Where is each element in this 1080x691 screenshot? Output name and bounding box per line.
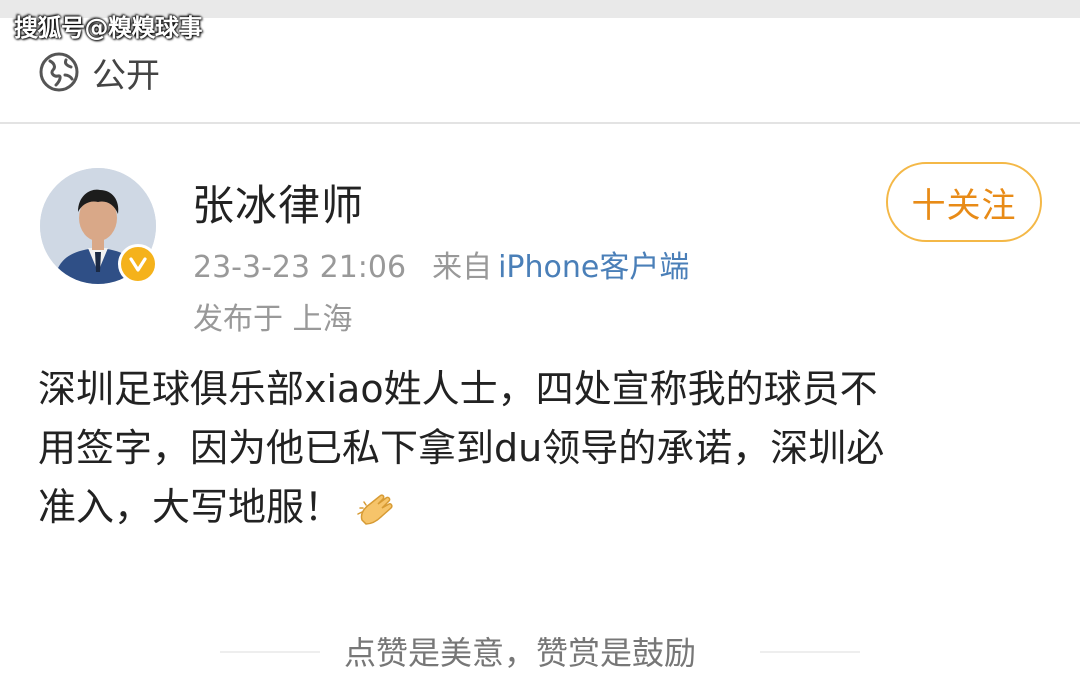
post-timestamp: 23-3-23 21:06 (193, 250, 407, 285)
post-card: 张冰律师 23-3-23 21:06 来自 iPhone客户端 发布于 上海 十关注… (0, 124, 1080, 691)
watermark: 搜狐号@糗糗球事 (14, 14, 203, 42)
post-location: 发布于 上海 (193, 302, 353, 337)
post-text-line: 用签字，因为他已私下拿到du领导的承诺，深圳必 (38, 426, 885, 470)
post-text-line: 深圳足球俱乐部xiao姓人士，四处宣称我的球员不 (38, 367, 878, 411)
source-link[interactable]: iPhone客户端 (498, 250, 689, 285)
follow-button[interactable]: 十关注 (886, 162, 1042, 242)
reward-row: 点赞是美意，赞赏是鼓励 (0, 624, 1080, 680)
divider-right (760, 651, 860, 653)
post-text-line: 准入，大写地服！ (38, 485, 343, 529)
globe-icon (39, 52, 79, 92)
verified-badge-icon (118, 244, 158, 284)
reward-text: 点赞是美意，赞赏是鼓励 (344, 634, 697, 672)
author-name[interactable]: 张冰律师 (192, 172, 364, 233)
clapping-hands-icon (357, 493, 393, 525)
post-text-line-last: 准入，大写地服！ (38, 478, 1048, 537)
post-meta: 23-3-23 21:06 来自 iPhone客户端 (193, 242, 689, 286)
source-prefix: 来自 (432, 250, 493, 285)
visibility-label: 公开 (92, 56, 160, 96)
post-body: 深圳足球俱乐部xiao姓人士，四处宣称我的球员不 用签字，因为他已私下拿到du领… (38, 360, 1048, 537)
divider-left (220, 651, 320, 653)
